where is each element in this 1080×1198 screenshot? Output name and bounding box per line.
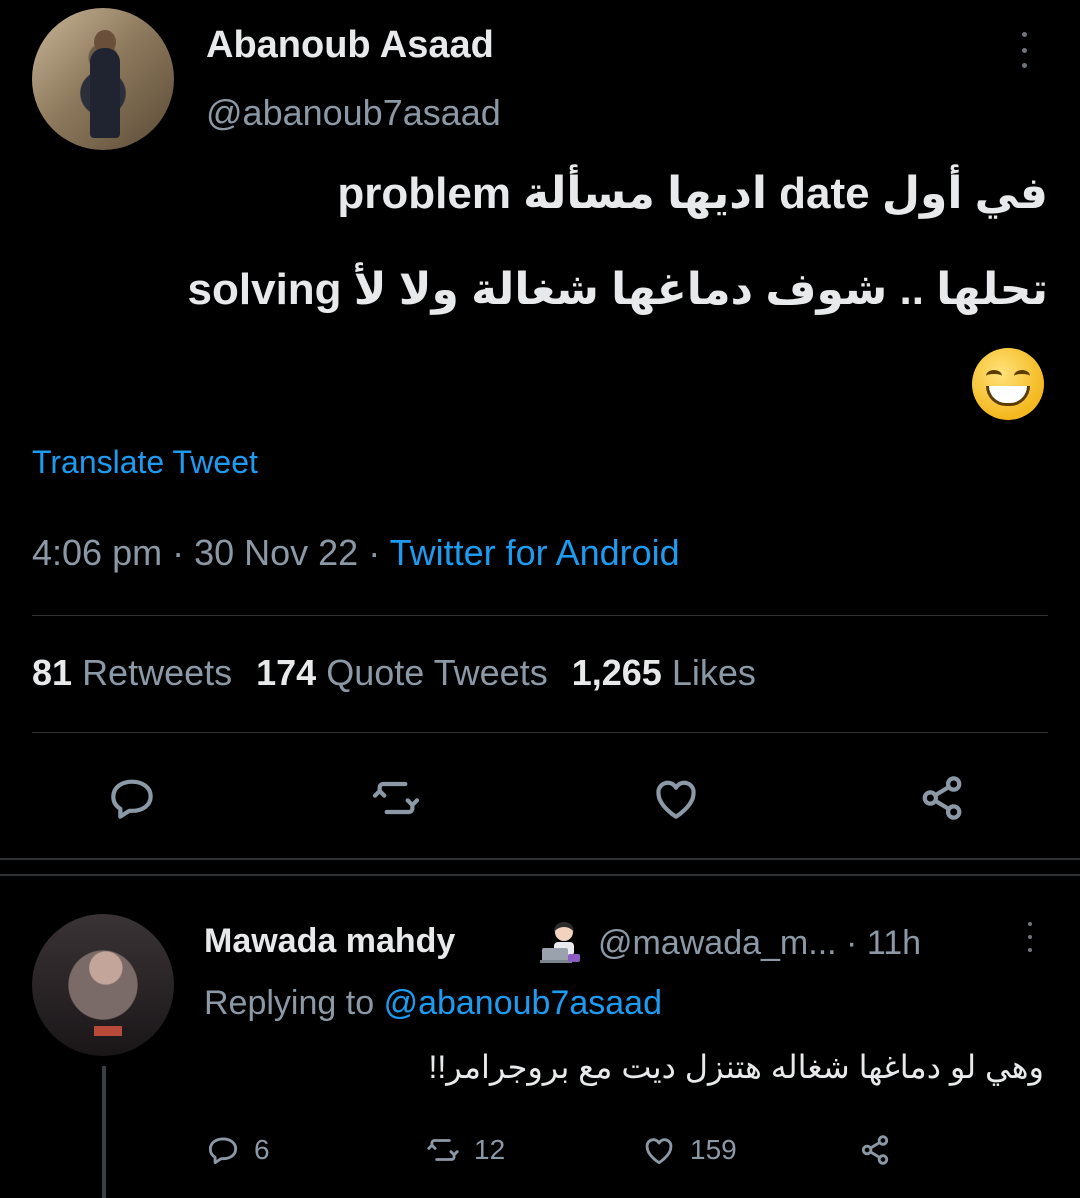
reply-retweet-button[interactable]: 12 bbox=[424, 1128, 505, 1172]
reply-share-button[interactable] bbox=[856, 1128, 894, 1172]
woman-technologist-icon bbox=[540, 922, 580, 963]
retweet-count: 12 bbox=[474, 1134, 506, 1165]
like-icon bbox=[645, 1138, 673, 1165]
divider bbox=[32, 732, 1048, 733]
reply-reply-button[interactable]: 6 bbox=[204, 1128, 270, 1172]
share-icon[interactable] bbox=[914, 770, 970, 826]
divider bbox=[32, 615, 1048, 616]
translate-tweet-link[interactable]: Translate Tweet bbox=[32, 444, 258, 481]
section-separator bbox=[0, 858, 1080, 876]
tweet-date: 30 Nov 22 bbox=[194, 532, 359, 573]
retweet-icon bbox=[427, 1139, 459, 1161]
reply-text: وهي لو دماغها شغاله هتنزل ديت مع بروجرام… bbox=[428, 1049, 1044, 1085]
like-count: 159 bbox=[690, 1134, 737, 1165]
retweets-stat[interactable]: 81 Retweets bbox=[32, 652, 232, 693]
reply-more-options-icon[interactable] bbox=[1024, 922, 1036, 952]
author-display-name[interactable]: Abanoub Asaad bbox=[206, 24, 494, 67]
reply-author-name[interactable]: Mawada mahdy bbox=[204, 922, 455, 961]
share-icon bbox=[861, 1135, 889, 1165]
tweet-source-link[interactable]: Twitter for Android bbox=[390, 532, 680, 573]
reply-author-handle: @mawada_m... · 11h bbox=[598, 924, 922, 962]
tweet-text-line-2: تحلها .. شوف دماغها شغالة ولا لأ solving bbox=[187, 265, 1048, 314]
retweet-icon[interactable] bbox=[368, 770, 424, 826]
replying-to: Replying to @abanoub7asaad bbox=[204, 984, 662, 1022]
tweet-metadata: 4:06 pm · 30 Nov 22 · Twitter for Androi… bbox=[32, 532, 680, 573]
replying-to-handle[interactable]: @abanoub7asaad bbox=[384, 984, 662, 1022]
more-options-icon[interactable] bbox=[1014, 32, 1034, 68]
grinning-face-icon bbox=[972, 348, 1044, 420]
tweet-time: 4:06 pm bbox=[32, 532, 163, 573]
tweet-stats: 81 Retweets 174 Quote Tweets 1,265 Likes bbox=[32, 652, 756, 694]
author-avatar[interactable] bbox=[32, 8, 174, 150]
like-icon[interactable] bbox=[648, 770, 704, 826]
reply-time: 11h bbox=[866, 924, 922, 962]
tweet-text-line-1: في أول date اديها مسألة problem bbox=[337, 169, 1048, 218]
author-handle[interactable]: @abanoub7asaad bbox=[206, 92, 501, 134]
reply-like-button[interactable]: 159 bbox=[640, 1128, 737, 1172]
reply-icon[interactable] bbox=[104, 770, 160, 826]
reply-icon bbox=[208, 1137, 238, 1165]
quote-tweets-stat[interactable]: 174 Quote Tweets bbox=[256, 652, 548, 693]
thread-line bbox=[102, 1066, 106, 1198]
likes-stat[interactable]: 1,265 Likes bbox=[572, 652, 756, 693]
reply-author-avatar[interactable] bbox=[32, 914, 174, 1056]
reply-count: 6 bbox=[254, 1134, 270, 1165]
